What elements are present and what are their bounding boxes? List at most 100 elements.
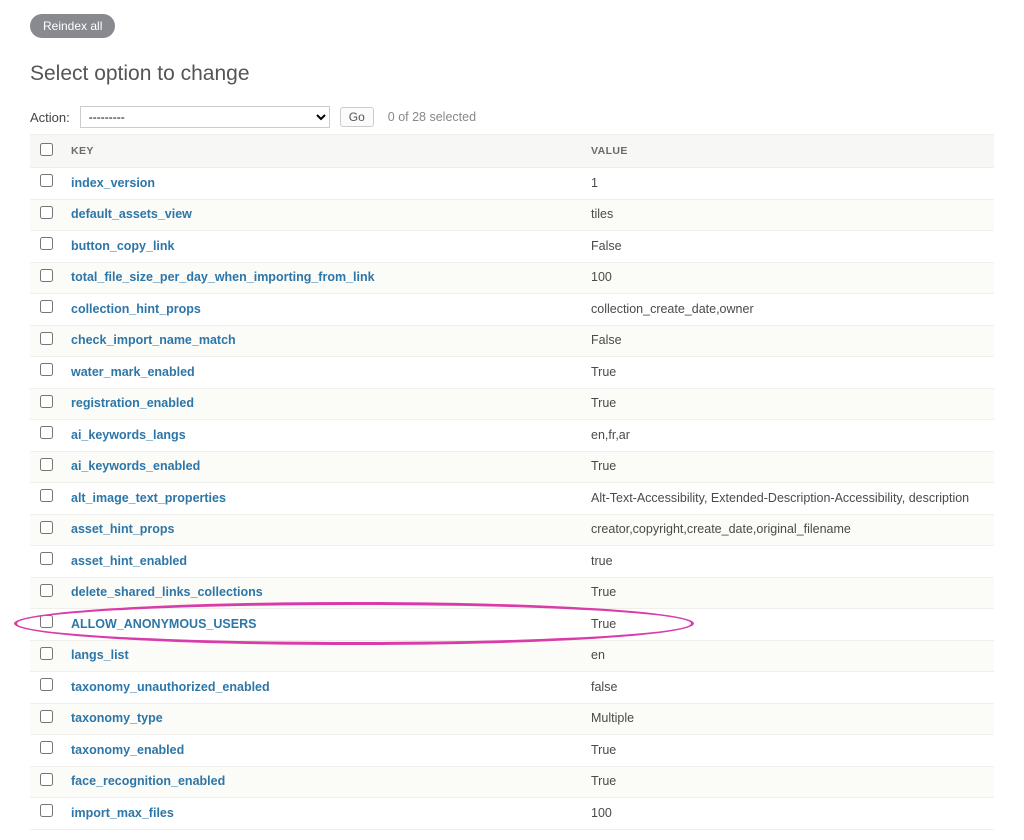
- option-key-link[interactable]: asset_hint_enabled: [71, 554, 187, 568]
- table-row: index_version 1: [30, 168, 994, 200]
- go-button[interactable]: Go: [340, 107, 374, 127]
- option-key-link[interactable]: check_import_name_match: [71, 333, 236, 347]
- options-table: KEY VALUE index_version1default_assets_v…: [30, 134, 994, 830]
- value-cell: Alt-Text-Accessibility, Extended-Descrip…: [581, 483, 994, 515]
- key-cell: taxonomy_enabled: [61, 735, 581, 767]
- table-row: button_copy_linkFalse: [30, 231, 994, 263]
- row-checkbox[interactable]: [40, 395, 53, 408]
- value-cell: collection_create_date,owner: [581, 294, 994, 326]
- row-checkbox[interactable]: [40, 741, 53, 754]
- key-cell: delete_shared_links_collections: [61, 577, 581, 609]
- row-checkbox[interactable]: [40, 363, 53, 376]
- select-all-checkbox[interactable]: [40, 143, 53, 156]
- option-key-link[interactable]: collection_hint_props: [71, 302, 201, 316]
- row-checkbox[interactable]: [40, 332, 53, 345]
- option-key-link[interactable]: default_assets_view: [71, 207, 192, 221]
- value-cell: creator,copyright,create_date,original_f…: [581, 514, 994, 546]
- key-cell: import_max_files: [61, 798, 581, 830]
- row-checkbox-cell: [30, 640, 61, 672]
- row-checkbox[interactable]: [40, 426, 53, 439]
- table-row: ai_keywords_langsen,fr,ar: [30, 420, 994, 452]
- table-row: asset_hint_props creator,copyright,create…: [30, 514, 994, 546]
- table-row: check_import_name_match False: [30, 325, 994, 357]
- table-row: alt_image_text_properties Alt-Text-Access…: [30, 483, 994, 515]
- table-row: ALLOW_ANONYMOUS_USERS True: [30, 609, 994, 641]
- option-key-link[interactable]: import_max_files: [71, 806, 174, 820]
- option-key-link[interactable]: button_copy_link: [71, 239, 174, 253]
- value-cell: True: [581, 357, 994, 389]
- key-cell: check_import_name_match: [61, 325, 581, 357]
- table-row: langs_listen: [30, 640, 994, 672]
- reindex-all-button[interactable]: Reindex all: [30, 14, 115, 38]
- option-key-link[interactable]: asset_hint_props: [71, 522, 175, 536]
- value-cell: 1: [581, 168, 994, 200]
- value-cell: False: [581, 325, 994, 357]
- row-checkbox[interactable]: [40, 804, 53, 817]
- row-checkbox-cell: [30, 577, 61, 609]
- column-header-key[interactable]: KEY: [61, 135, 581, 168]
- row-checkbox[interactable]: [40, 710, 53, 723]
- row-checkbox-cell: [30, 231, 61, 263]
- option-key-link[interactable]: ai_keywords_enabled: [71, 459, 200, 473]
- option-key-link[interactable]: water_mark_enabled: [71, 365, 195, 379]
- key-cell: alt_image_text_properties: [61, 483, 581, 515]
- row-checkbox[interactable]: [40, 552, 53, 565]
- row-checkbox[interactable]: [40, 773, 53, 786]
- row-checkbox-cell: [30, 766, 61, 798]
- row-checkbox[interactable]: [40, 615, 53, 628]
- action-select[interactable]: ---------: [80, 106, 330, 128]
- row-checkbox[interactable]: [40, 206, 53, 219]
- row-checkbox[interactable]: [40, 237, 53, 250]
- table-row: import_max_files100: [30, 798, 994, 830]
- row-checkbox[interactable]: [40, 458, 53, 471]
- value-cell: True: [581, 388, 994, 420]
- table-row: default_assets_view tiles: [30, 199, 994, 231]
- row-checkbox-cell: [30, 325, 61, 357]
- option-key-link[interactable]: total_file_size_per_day_when_importing_f…: [71, 270, 375, 284]
- row-checkbox-cell: [30, 514, 61, 546]
- row-checkbox-cell: [30, 199, 61, 231]
- row-checkbox[interactable]: [40, 300, 53, 313]
- actions-bar: Action: --------- Go 0 of 28 selected: [30, 106, 994, 128]
- option-key-link[interactable]: face_recognition_enabled: [71, 774, 225, 788]
- value-cell: tiles: [581, 199, 994, 231]
- key-cell: ai_keywords_langs: [61, 420, 581, 452]
- option-key-link[interactable]: registration_enabled: [71, 396, 194, 410]
- option-key-link[interactable]: alt_image_text_properties: [71, 491, 226, 505]
- option-key-link[interactable]: delete_shared_links_collections: [71, 585, 263, 599]
- key-cell: asset_hint_enabled: [61, 546, 581, 578]
- option-key-link[interactable]: taxonomy_enabled: [71, 743, 184, 757]
- row-checkbox[interactable]: [40, 678, 53, 691]
- row-checkbox-cell: [30, 451, 61, 483]
- row-checkbox-cell: [30, 294, 61, 326]
- row-checkbox-cell: [30, 168, 61, 200]
- row-checkbox[interactable]: [40, 489, 53, 502]
- option-key-link[interactable]: ALLOW_ANONYMOUS_USERS: [71, 617, 256, 631]
- value-cell: false: [581, 672, 994, 704]
- row-checkbox[interactable]: [40, 584, 53, 597]
- row-checkbox-cell: [30, 609, 61, 641]
- key-cell: registration_enabled: [61, 388, 581, 420]
- key-cell: collection_hint_props: [61, 294, 581, 326]
- row-checkbox[interactable]: [40, 269, 53, 282]
- row-checkbox[interactable]: [40, 174, 53, 187]
- option-key-link[interactable]: index_version: [71, 176, 155, 190]
- option-key-link[interactable]: ai_keywords_langs: [71, 428, 186, 442]
- key-cell: ai_keywords_enabled: [61, 451, 581, 483]
- value-cell: True: [581, 609, 994, 641]
- option-key-link[interactable]: taxonomy_unauthorized_enabled: [71, 680, 270, 694]
- table-row: registration_enabled True: [30, 388, 994, 420]
- row-checkbox[interactable]: [40, 521, 53, 534]
- table-row: face_recognition_enabledTrue: [30, 766, 994, 798]
- row-checkbox-cell: [30, 703, 61, 735]
- option-key-link[interactable]: langs_list: [71, 648, 129, 662]
- row-checkbox-cell: [30, 798, 61, 830]
- option-key-link[interactable]: taxonomy_type: [71, 711, 163, 725]
- row-checkbox-cell: [30, 420, 61, 452]
- key-cell: ALLOW_ANONYMOUS_USERS: [61, 609, 581, 641]
- table-row: taxonomy_unauthorized_enabled false: [30, 672, 994, 704]
- table-row: ai_keywords_enabledTrue: [30, 451, 994, 483]
- column-header-value[interactable]: VALUE: [581, 135, 994, 168]
- key-cell: water_mark_enabled: [61, 357, 581, 389]
- row-checkbox[interactable]: [40, 647, 53, 660]
